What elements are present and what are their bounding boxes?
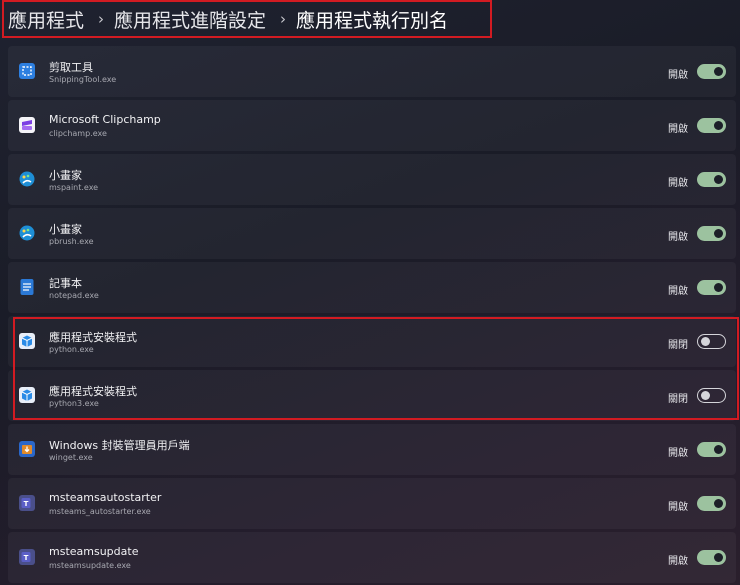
toggle-state-label: 開啟: [668, 286, 688, 297]
app-name: 記事本: [49, 277, 82, 290]
alias-toggle-switch[interactable]: [697, 442, 726, 457]
alias-toggle-switch[interactable]: [697, 388, 726, 403]
toggle-state-label: 開啟: [668, 502, 688, 513]
app-name: Windows 封裝管理員用戶端: [49, 439, 190, 452]
chevron-right-icon: ›: [98, 10, 105, 28]
toggle-state-label: 開啟: [668, 70, 688, 81]
breadcrumb: 應用程式 › 應用程式進階設定 › 應用程式執行別名: [2, 0, 492, 38]
app-installer-icon: [18, 386, 36, 404]
app-alias-row: Windows 封裝管理員用戶端 winget.exe 開啟: [8, 424, 736, 475]
app-alias-row: 小畫家 pbrush.exe 開啟: [8, 208, 736, 259]
alias-toggle-switch[interactable]: [697, 118, 726, 133]
toggle-knob: [714, 283, 723, 292]
app-alias-row: 小畫家 mspaint.exe 開啟: [8, 154, 736, 205]
toggle-knob: [714, 229, 723, 238]
app-alias-row: Tmsteamsautostarter msteams_autostarter.e…: [8, 478, 736, 529]
app-executable: notepad.exe: [49, 291, 99, 300]
app-name: Microsoft Clipchamp: [49, 113, 161, 126]
toggle-knob: [714, 553, 723, 562]
package-manager-icon: [18, 440, 36, 458]
app-alias-row: 記事本 notepad.exe 開啟: [8, 262, 736, 313]
app-executable: clipchamp.exe: [49, 129, 107, 138]
breadcrumb-advanced-settings[interactable]: 應用程式進階設定: [114, 6, 266, 33]
breadcrumb-apps[interactable]: 應用程式: [8, 6, 84, 33]
toggle-state-label: 開啟: [668, 556, 688, 567]
toggle-state-label: 關閉: [668, 394, 688, 405]
app-alias-row: Microsoft Clipchamp clipchamp.exe 開啟: [8, 100, 736, 151]
alias-toggle-switch[interactable]: [697, 64, 726, 79]
app-alias-row: 應用程式安裝程式 python3.exe 關閉: [8, 370, 736, 421]
snipping-tool-icon: [18, 62, 36, 80]
teams-icon: T: [18, 548, 36, 566]
app-executable: msteams_autostarter.exe: [49, 507, 151, 516]
toggle-state-label: 開啟: [668, 178, 688, 189]
paint-icon: [18, 170, 36, 188]
app-executable: SnippingTool.exe: [49, 75, 117, 84]
toggle-knob: [714, 67, 723, 76]
app-alias-row: 剪取工具 SnippingTool.exe 開啟: [8, 46, 736, 97]
app-name: 小畫家: [49, 169, 82, 182]
toggle-state-label: 開啟: [668, 124, 688, 135]
toggle-knob: [701, 337, 710, 346]
teams-icon: T: [18, 494, 36, 512]
alias-toggle-switch[interactable]: [697, 226, 726, 241]
toggle-knob: [714, 175, 723, 184]
app-name: 剪取工具: [49, 61, 93, 74]
app-executable: pbrush.exe: [49, 237, 94, 246]
alias-toggle-switch[interactable]: [697, 550, 726, 565]
toggle-knob: [714, 499, 723, 508]
app-executable: msteamsupdate.exe: [49, 561, 131, 570]
app-name: 應用程式安裝程式: [49, 385, 137, 398]
app-executable: winget.exe: [49, 453, 93, 462]
app-executable: python.exe: [49, 345, 94, 354]
notepad-icon: [18, 278, 36, 296]
paint-icon: [18, 224, 36, 242]
alias-toggle-switch[interactable]: [697, 334, 726, 349]
alias-toggle-switch[interactable]: [697, 496, 726, 511]
app-executable: python3.exe: [49, 399, 99, 408]
settings-page: 應用程式 › 應用程式進階設定 › 應用程式執行別名 剪取工具 SnippingT…: [0, 0, 740, 585]
page-title: 應用程式執行別名: [296, 9, 449, 32]
app-name: 小畫家: [49, 223, 82, 236]
app-name: 應用程式安裝程式: [49, 331, 137, 344]
alias-list: 剪取工具 SnippingTool.exe 開啟 Microsoft Clipcha…: [8, 46, 736, 585]
alias-toggle-switch[interactable]: [697, 280, 726, 295]
chevron-right-icon: ›: [280, 10, 287, 28]
toggle-knob: [714, 121, 723, 130]
app-name: msteamsupdate: [49, 545, 139, 558]
app-name: msteamsautostarter: [49, 491, 162, 504]
alias-toggle-switch[interactable]: [697, 172, 726, 187]
toggle-state-label: 開啟: [668, 232, 688, 243]
svg-text:T: T: [24, 554, 29, 562]
app-installer-icon: [18, 332, 36, 350]
app-executable: mspaint.exe: [49, 183, 99, 192]
app-alias-row: Tmsteamsupdate msteamsupdate.exe 開啟: [8, 532, 736, 583]
app-alias-row: 應用程式安裝程式 python.exe 關閉: [8, 316, 736, 367]
toggle-state-label: 開啟: [668, 448, 688, 459]
toggle-knob: [701, 391, 710, 400]
toggle-state-label: 關閉: [668, 340, 688, 351]
toggle-knob: [714, 445, 723, 454]
clipchamp-icon: [18, 116, 36, 134]
svg-text:T: T: [24, 500, 29, 508]
